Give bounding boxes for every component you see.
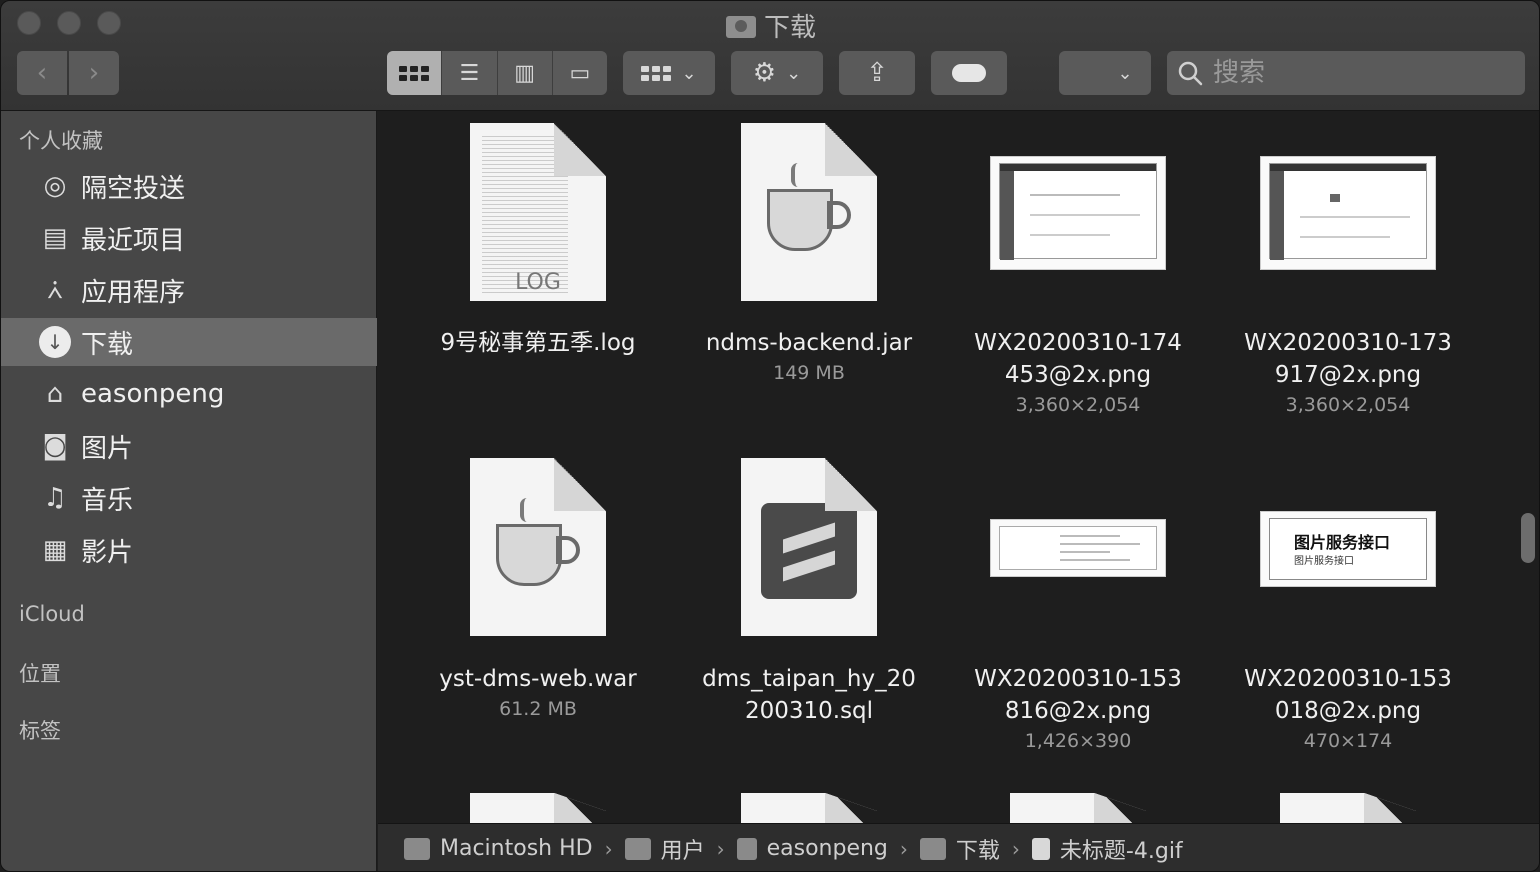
home-icon: ⌂ (46, 379, 64, 409)
path-bar: Macintosh HD › 用户 › easonpeng › 下载 › 未标题… (378, 823, 1539, 871)
tags-header[interactable]: 标签 (19, 715, 61, 745)
file-meta: 470×174 (1303, 730, 1393, 752)
home-icon (736, 837, 757, 860)
file-icon[interactable] (470, 793, 606, 823)
locations-header[interactable]: 位置 (19, 658, 61, 688)
search-input[interactable] (1213, 58, 1513, 88)
airdrop-icon: ◎ (43, 171, 67, 201)
share-button[interactable]: ⇪ (839, 51, 915, 95)
file-meta: 1,426×390 (1024, 730, 1132, 752)
scrollbar-thumb[interactable] (1521, 513, 1535, 563)
path-item-disk[interactable]: Macintosh HD › (404, 836, 625, 861)
file-name: WX20200310-153 816@2x.png (974, 666, 1182, 724)
file-name: WX20200310-173 917@2x.png (1244, 330, 1452, 388)
chevron-right-icon: › (716, 836, 725, 861)
card-screenshot-thumbnail: 图片服务接口 图片服务接口 (1260, 511, 1436, 587)
list-view-button[interactable]: ☰ (442, 51, 498, 95)
window-title: 下载 (1, 7, 1539, 44)
chevron-right-icon: › (1011, 836, 1020, 861)
sidebar-item-music[interactable]: ♫ 音乐 (1, 474, 377, 522)
action-button[interactable]: ⚙ ⌄ (731, 51, 823, 95)
chevron-down-icon: ⌄ (1117, 62, 1133, 84)
log-file-icon: LOG (470, 123, 606, 301)
screenshot-thumbnail (1260, 156, 1436, 270)
folder-icon (624, 837, 651, 860)
path-item-file[interactable]: 未标题-4.gif (1031, 833, 1183, 865)
applications-icon: ⩑ (47, 274, 63, 305)
column-view-button[interactable]: ▥ (498, 51, 553, 95)
column-view-icon: ▥ (514, 60, 536, 86)
grid-group-icon (641, 65, 672, 81)
music-icon: ♫ (43, 483, 67, 513)
sidebar-item-movies[interactable]: ▦ 影片 (1, 526, 377, 574)
file-meta: 3,360×2,054 (1285, 394, 1411, 416)
file-name: dms_taipan_hy_20 200310.sql (702, 666, 916, 724)
java-coffee-icon (741, 123, 877, 301)
screenshot-thumbnail (990, 156, 1166, 270)
gallery-view-button[interactable]: ▭ (553, 51, 607, 95)
share-icon: ⇪ (866, 58, 888, 88)
forward-button[interactable]: › (69, 51, 119, 95)
sidebar-item-pictures[interactable]: ◙ 图片 (1, 422, 377, 470)
recents-icon: ▤ (42, 223, 68, 253)
sidebar-item-recents[interactable]: ▤ 最近项目 (1, 214, 377, 262)
film-icon: ▦ (42, 535, 68, 565)
file-icon[interactable] (741, 793, 877, 823)
file-name: ndms-backend.jar (705, 330, 913, 356)
sidebar-item-airdrop[interactable]: ◎ 隔空投送 (1, 162, 377, 210)
icon-view-button[interactable] (387, 51, 443, 95)
chevron-left-icon: ‹ (36, 58, 48, 88)
code-screenshot-thumbnail (990, 519, 1166, 577)
downloads-folder-icon (725, 16, 756, 38)
file-icon[interactable] (1010, 793, 1146, 823)
chevron-right-icon: › (899, 836, 908, 861)
file-name: yst-dms-web.war (439, 666, 637, 692)
sidebar-item-applications[interactable]: ⩑ 应用程序 (1, 266, 377, 314)
icon-view-icon (399, 65, 430, 81)
download-icon: ↓ (37, 324, 73, 360)
chevron-down-icon: ⌄ (681, 62, 697, 84)
downloads-folder-icon (919, 837, 946, 860)
back-button[interactable]: ‹ (17, 51, 67, 95)
chevron-down-icon: ⌄ (786, 62, 802, 84)
path-item-home[interactable]: easonpeng › (736, 836, 920, 861)
disk-icon (404, 837, 430, 860)
gear-icon: ⚙ (752, 58, 777, 88)
zip-file-icon[interactable] (1280, 793, 1416, 823)
sublime-text-icon (741, 458, 877, 636)
favorites-header: 个人收藏 (19, 129, 103, 153)
titlebar: 下载 ‹ › ☰ ▥ ▭ ⌄ ⚙ ⌄ ⇪ ⌄ 搜索 (1, 1, 1539, 111)
file-grid: LOG 9号秘事第五季.log ndms-backend.jar 149 MB (378, 111, 1539, 823)
group-button[interactable]: ⌄ (623, 51, 715, 95)
sidebar-item-downloads[interactable]: ↓ 下载 (1, 318, 377, 366)
path-item-downloads[interactable]: 下载 › (919, 833, 1032, 865)
icloud-header[interactable]: iCloud (19, 602, 85, 626)
search-icon (1178, 61, 1203, 86)
finder-window: 下载 ‹ › ☰ ▥ ▭ ⌄ ⚙ ⌄ ⇪ ⌄ 搜索 个人收藏 ◎ 隔空投送 ▤ … (0, 0, 1540, 872)
gallery-view-icon: ▭ (569, 60, 591, 86)
file-meta: 3,360×2,054 (1015, 394, 1141, 416)
tag-icon (952, 64, 986, 82)
path-item-users[interactable]: 用户 › (624, 833, 737, 865)
file-icon (1031, 837, 1050, 860)
path-dropdown-button[interactable]: ⌄ (1059, 51, 1151, 95)
view-mode-control: ☰ ▥ ▭ (387, 51, 607, 95)
file-meta: 149 MB (773, 362, 845, 384)
camera-icon: ◙ (42, 431, 68, 461)
file-name: WX20200310-153 018@2x.png (1244, 666, 1452, 724)
sidebar-item-home[interactable]: ⌂ easonpeng (1, 370, 377, 418)
file-meta: 61.2 MB (499, 698, 577, 720)
search-field[interactable] (1167, 51, 1525, 95)
tag-button[interactable] (931, 51, 1007, 95)
chevron-right-icon: › (604, 836, 613, 861)
file-name: 9号秘事第五季.log (440, 330, 636, 356)
sidebar: 个人收藏 ◎ 隔空投送 ▤ 最近项目 ⩑ 应用程序 ↓ 下载 ⌂ easonpe… (1, 111, 377, 871)
file-name: WX20200310-174 453@2x.png (974, 330, 1182, 388)
java-coffee-icon (470, 458, 606, 636)
list-view-icon: ☰ (459, 60, 480, 86)
chevron-right-icon: › (88, 58, 100, 88)
